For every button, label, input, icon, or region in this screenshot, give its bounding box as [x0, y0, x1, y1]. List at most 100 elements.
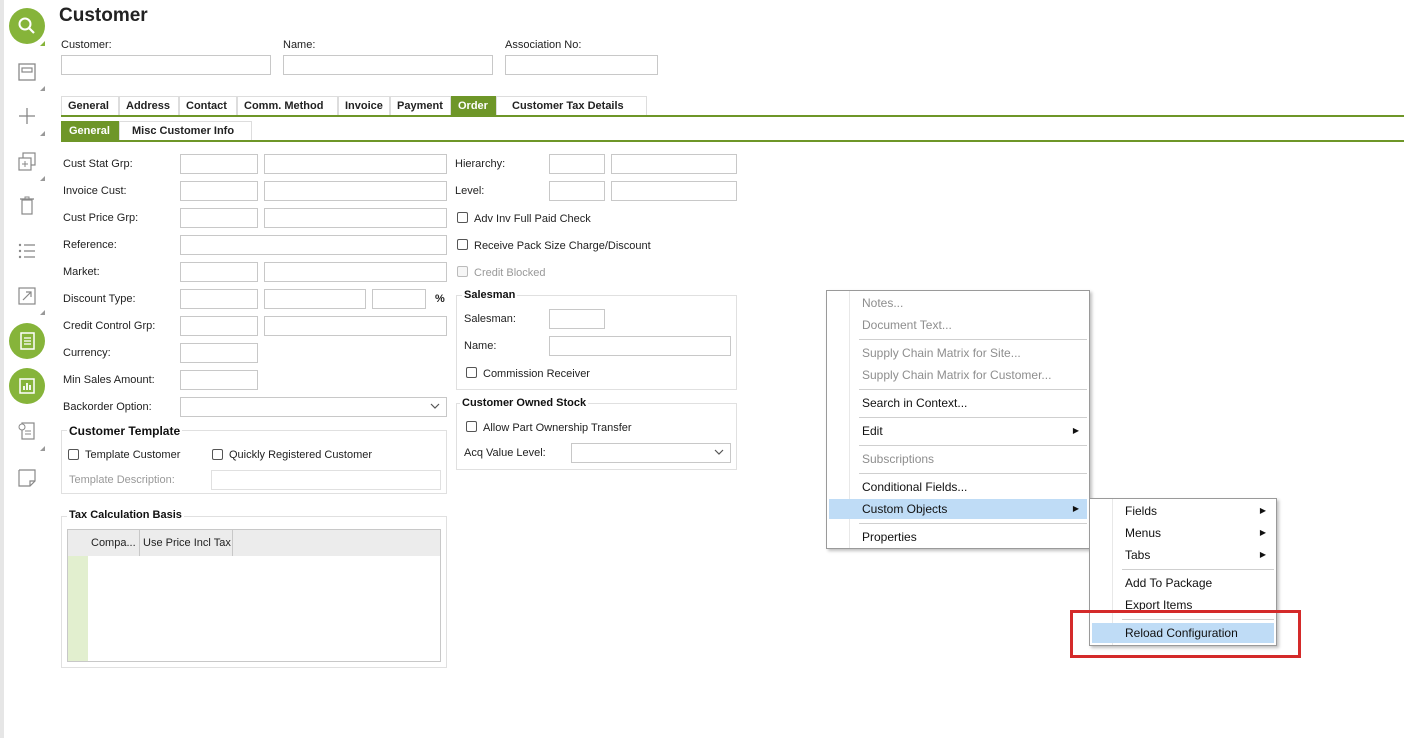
info-expand-icon[interactable] — [40, 446, 45, 451]
search-icon[interactable] — [9, 8, 45, 44]
menu-item-supply-chain-site[interactable]: Supply Chain Matrix for Site... — [829, 343, 1087, 363]
menu-item-conditional-fields[interactable]: Conditional Fields... — [829, 477, 1087, 497]
cust-price-grp-desc[interactable] — [264, 208, 447, 228]
discount-percent-input[interactable] — [372, 289, 426, 309]
template-customer-checkbox[interactable] — [68, 449, 79, 460]
level-label: Level: — [455, 185, 485, 197]
subtab-misc-customer-info[interactable]: Misc Customer Info — [119, 121, 252, 140]
add-icon[interactable] — [11, 100, 43, 132]
chevron-down-icon — [714, 449, 724, 455]
discount-type-desc[interactable] — [264, 289, 366, 309]
tab-customer-tax-details[interactable]: Customer Tax Details — [496, 96, 647, 115]
duplicate-icon[interactable] — [11, 146, 43, 178]
details-list-icon[interactable] — [9, 323, 45, 359]
tab-order[interactable]: Order — [451, 96, 496, 115]
context-menu: Notes... Document Text... Supply Chain M… — [826, 290, 1090, 549]
market-label: Market: — [63, 266, 100, 278]
currency-input[interactable] — [180, 343, 258, 363]
menu-item-supply-chain-customer[interactable]: Supply Chain Matrix for Customer... — [829, 365, 1087, 385]
menu-item-edit[interactable]: Edit ▶ — [829, 421, 1087, 441]
navigate-expand-icon[interactable] — [40, 310, 45, 315]
window-edge — [0, 0, 4, 738]
submenu-item-add-to-package[interactable]: Add To Package — [1092, 573, 1274, 593]
cust-stat-grp-desc[interactable] — [264, 154, 447, 174]
menu-item-notes[interactable]: Notes... — [829, 293, 1087, 313]
submenu-item-fields[interactable]: Fields ▶ — [1092, 501, 1274, 521]
delete-icon[interactable] — [11, 190, 43, 222]
tax-calc-table[interactable]: Compa... Use Price Incl Tax — [67, 529, 441, 662]
menu-separator — [859, 473, 1087, 474]
customer-input[interactable] — [61, 55, 271, 75]
add-expand-icon[interactable] — [40, 131, 45, 136]
level-input[interactable] — [549, 181, 605, 201]
menu-item-search-in-context[interactable]: Search in Context... — [829, 393, 1087, 413]
association-label: Association No: — [505, 39, 582, 51]
menu-item-custom-objects[interactable]: Custom Objects ▶ — [829, 499, 1087, 519]
tab-address[interactable]: Address — [119, 96, 179, 115]
subtab-general[interactable]: General — [61, 121, 119, 140]
tab-general[interactable]: General — [61, 96, 119, 115]
navigate-icon[interactable] — [11, 280, 43, 312]
tab-underline — [61, 115, 1404, 117]
menu-item-subscriptions[interactable]: Subscriptions — [829, 449, 1087, 469]
allow-transfer-checkbox[interactable] — [466, 421, 477, 432]
market-desc[interactable] — [264, 262, 447, 282]
invoice-cust-input[interactable] — [180, 181, 258, 201]
level-desc[interactable] — [611, 181, 737, 201]
tab-payment[interactable]: Payment — [390, 96, 451, 115]
association-input[interactable] — [505, 55, 658, 75]
submenu-item-tabs-label: Tabs — [1125, 548, 1151, 562]
chart-icon[interactable] — [9, 368, 45, 404]
backorder-option-select[interactable] — [180, 397, 447, 417]
menu-item-properties[interactable]: Properties — [829, 527, 1087, 547]
cust-price-grp-input[interactable] — [180, 208, 258, 228]
tab-comm-method[interactable]: Comm. Method — [237, 96, 338, 115]
hierarchy-desc[interactable] — [611, 154, 737, 174]
template-description-input[interactable] — [211, 470, 441, 490]
submenu-arrow-icon: ▶ — [1259, 506, 1266, 515]
note-icon[interactable] — [11, 462, 43, 494]
acq-value-level-select[interactable] — [571, 443, 731, 463]
submenu-item-fields-label: Fields — [1125, 504, 1158, 518]
market-input[interactable] — [180, 262, 258, 282]
column-header-use-price-incl-tax[interactable]: Use Price Incl Tax — [143, 537, 231, 549]
invoice-cust-desc[interactable] — [264, 181, 447, 201]
menu-item-document-text[interactable]: Document Text... — [829, 315, 1087, 335]
search-expand-icon[interactable] — [40, 41, 45, 46]
submenu-item-tabs[interactable]: Tabs ▶ — [1092, 545, 1274, 565]
submenu-item-menus[interactable]: Menus ▶ — [1092, 523, 1274, 543]
discount-type-input[interactable] — [180, 289, 258, 309]
adv-inv-checkbox[interactable] — [457, 212, 468, 223]
column-header-company[interactable]: Compa... — [91, 537, 136, 549]
salesman-name-input[interactable] — [549, 336, 731, 356]
info-document-icon[interactable] — [11, 415, 43, 447]
list-icon[interactable] — [11, 235, 43, 267]
reference-input[interactable] — [180, 235, 447, 255]
subtab-underline — [61, 140, 1404, 142]
highlight-annotation-box — [1070, 610, 1301, 658]
name-input[interactable] — [283, 55, 493, 75]
credit-control-grp-desc[interactable] — [264, 316, 447, 336]
salesman-label: Salesman: — [464, 313, 516, 325]
menu-separator — [859, 445, 1087, 446]
quickly-registered-checkbox[interactable] — [212, 449, 223, 460]
credit-control-grp-input[interactable] — [180, 316, 258, 336]
credit-blocked-checkbox[interactable] — [457, 266, 468, 277]
save-expand-icon[interactable] — [40, 86, 45, 91]
duplicate-expand-icon[interactable] — [40, 176, 45, 181]
hierarchy-input[interactable] — [549, 154, 605, 174]
template-customer-label: Template Customer — [85, 449, 181, 461]
cust-stat-grp-input[interactable] — [180, 154, 258, 174]
receive-pack-checkbox[interactable] — [457, 239, 468, 250]
commission-receiver-checkbox[interactable] — [466, 367, 477, 378]
tax-calc-title: Tax Calculation Basis — [67, 509, 184, 521]
salesman-input[interactable] — [549, 309, 605, 329]
min-sales-amount-input[interactable] — [180, 370, 258, 390]
tab-contact[interactable]: Contact — [179, 96, 237, 115]
backorder-option-label: Backorder Option: — [63, 401, 152, 413]
save-icon[interactable] — [11, 56, 43, 88]
menu-separator — [859, 339, 1087, 340]
submenu-arrow-icon: ▶ — [1072, 426, 1079, 435]
tab-invoice[interactable]: Invoice — [338, 96, 390, 115]
cust-price-grp-label: Cust Price Grp: — [63, 212, 139, 224]
